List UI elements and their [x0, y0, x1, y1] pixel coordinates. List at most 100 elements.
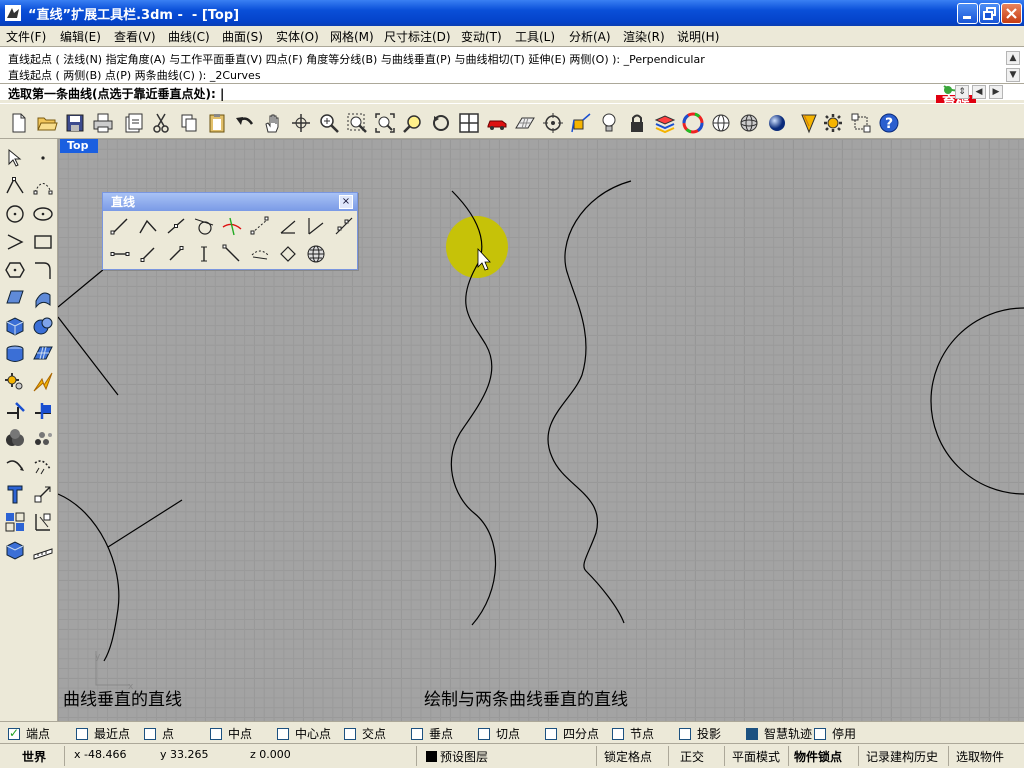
scale-icon[interactable]: [32, 483, 54, 505]
status-record-history[interactable]: 记录建构历史: [866, 748, 938, 765]
group-icon[interactable]: [4, 511, 26, 533]
help-icon[interactable]: ?: [878, 112, 900, 134]
circle-icon[interactable]: [4, 203, 26, 225]
status-osnap[interactable]: 物件锁点: [794, 748, 842, 765]
transform-gear-icon[interactable]: [4, 371, 26, 393]
line-surface-normal-icon[interactable]: [137, 243, 159, 265]
undo-icon[interactable]: [234, 112, 256, 134]
line-tangent-icon[interactable]: [221, 243, 243, 265]
status-cplane[interactable]: 世界: [22, 748, 46, 765]
lock-icon[interactable]: [626, 112, 648, 134]
osnap-quad-checkbox[interactable]: [545, 728, 557, 740]
osnap-intersection-checkbox[interactable]: [344, 728, 356, 740]
osnap-point[interactable]: 点: [144, 725, 174, 741]
line-four-point-icon[interactable]: [277, 243, 299, 265]
menu-render[interactable]: 渲染(R): [623, 28, 665, 45]
array-icon[interactable]: [32, 427, 54, 449]
osnap-mid-checkbox[interactable]: [210, 728, 222, 740]
paste-icon[interactable]: [206, 112, 228, 134]
osnap-knot-checkbox[interactable]: [612, 728, 624, 740]
osnap-project-checkbox[interactable]: [679, 728, 691, 740]
box-solid-icon[interactable]: [4, 315, 26, 337]
restore-button[interactable]: [979, 3, 1000, 24]
status-layer[interactable]: 预设图层: [426, 748, 488, 765]
osnap-perp-checkbox[interactable]: [411, 728, 423, 740]
zoom-extents-icon[interactable]: [374, 112, 396, 134]
osnap-perp[interactable]: 垂点: [411, 725, 453, 741]
menu-tools[interactable]: 工具(L): [515, 28, 555, 45]
menu-analyze[interactable]: 分析(A): [569, 28, 611, 45]
extrude-surface-icon[interactable]: [32, 287, 54, 309]
line-angle-bisector-icon[interactable]: [249, 243, 271, 265]
menu-view[interactable]: 查看(V): [114, 28, 156, 45]
osnap-quad[interactable]: 四分点: [545, 725, 599, 741]
zoom-dynamic-icon[interactable]: [318, 112, 340, 134]
osnap-center-checkbox[interactable]: [277, 728, 289, 740]
command-prev-button[interactable]: ◀: [972, 85, 986, 99]
car-render-icon[interactable]: [486, 112, 508, 134]
zoom-selected-icon[interactable]: [402, 112, 424, 134]
explode-icon[interactable]: [32, 371, 54, 393]
menu-dimension[interactable]: 尺寸标注(D): [384, 28, 451, 45]
layer-icon[interactable]: [654, 112, 676, 134]
command-next-button[interactable]: ▶: [989, 85, 1003, 99]
import-icon[interactable]: [122, 112, 144, 134]
pan-hand-icon[interactable]: [262, 112, 284, 134]
new-file-icon[interactable]: [8, 112, 30, 134]
osnap-near[interactable]: 最近点: [76, 725, 130, 741]
history-scroll-down[interactable]: ▼: [1006, 68, 1020, 82]
menu-mesh[interactable]: 网格(M): [330, 28, 374, 45]
polyline-tool-icon[interactable]: [137, 215, 159, 237]
solid-tools-icon[interactable]: [4, 539, 26, 561]
osnap-intersection[interactable]: 交点: [344, 725, 386, 741]
save-icon[interactable]: [64, 112, 86, 134]
line-bisector-icon[interactable]: [305, 215, 327, 237]
osnap-end-checkbox[interactable]: [8, 726, 20, 740]
menu-transform[interactable]: 变动(T): [461, 28, 502, 45]
menu-curve[interactable]: 曲线(C): [168, 28, 210, 45]
osnap-tangent-checkbox[interactable]: [478, 728, 490, 740]
command-spin-button[interactable]: ⇕: [955, 85, 969, 99]
osnap-project[interactable]: 投影: [679, 725, 721, 741]
osnap-end[interactable]: 端点: [8, 725, 50, 741]
osnap-disable-checkbox[interactable]: [814, 728, 826, 740]
wireframe-sphere-icon[interactable]: [710, 112, 732, 134]
history-scroll-up[interactable]: ▲: [1006, 51, 1020, 65]
surface-icon[interactable]: [4, 287, 26, 309]
osnap-target-icon[interactable]: [542, 112, 564, 134]
osnap-near-checkbox[interactable]: [76, 728, 88, 740]
osnap-smarttrack[interactable]: 智慧轨迹: [746, 725, 812, 741]
polygon-icon[interactable]: [4, 259, 26, 281]
bend-icon[interactable]: [4, 455, 26, 477]
menu-edit[interactable]: 编辑(E): [60, 28, 101, 45]
line-tangent-circle-icon[interactable]: [193, 215, 215, 237]
color-wheel-icon[interactable]: [682, 112, 704, 134]
osnap-disable[interactable]: 停用: [814, 725, 856, 741]
menu-help[interactable]: 说明(H): [677, 28, 719, 45]
osnap-center[interactable]: 中心点: [277, 725, 331, 741]
status-ortho[interactable]: 正交: [680, 748, 704, 765]
sphere-solid-icon[interactable]: [32, 315, 54, 337]
copy-icon[interactable]: [178, 112, 200, 134]
ghosted-sphere-icon[interactable]: [738, 112, 760, 134]
trim-icon[interactable]: [4, 399, 26, 421]
split-icon[interactable]: [32, 399, 54, 421]
status-snap[interactable]: 锁定格点: [604, 748, 652, 765]
osnap-knot[interactable]: 节点: [612, 725, 654, 741]
line-fit-points-icon[interactable]: [333, 215, 355, 237]
open-file-icon[interactable]: [36, 112, 58, 134]
osnap-smarttrack-checkbox[interactable]: [746, 728, 758, 740]
polyline-icon[interactable]: [4, 175, 26, 197]
measure-ruler-icon[interactable]: [32, 539, 54, 561]
settings-gear-icon[interactable]: [822, 112, 844, 134]
extend-line-icon[interactable]: [109, 243, 131, 265]
cut-icon[interactable]: [150, 112, 172, 134]
boolean-union-icon[interactable]: [4, 427, 26, 449]
menu-surface[interactable]: 曲面(S): [222, 28, 263, 45]
grid-plane-icon[interactable]: [514, 112, 536, 134]
osnap-point-checkbox[interactable]: [144, 728, 156, 740]
minimize-button[interactable]: [957, 3, 978, 24]
undo-view-icon[interactable]: [430, 112, 452, 134]
status-planar[interactable]: 平面模式: [732, 748, 780, 765]
light-bulb-icon[interactable]: [598, 112, 620, 134]
